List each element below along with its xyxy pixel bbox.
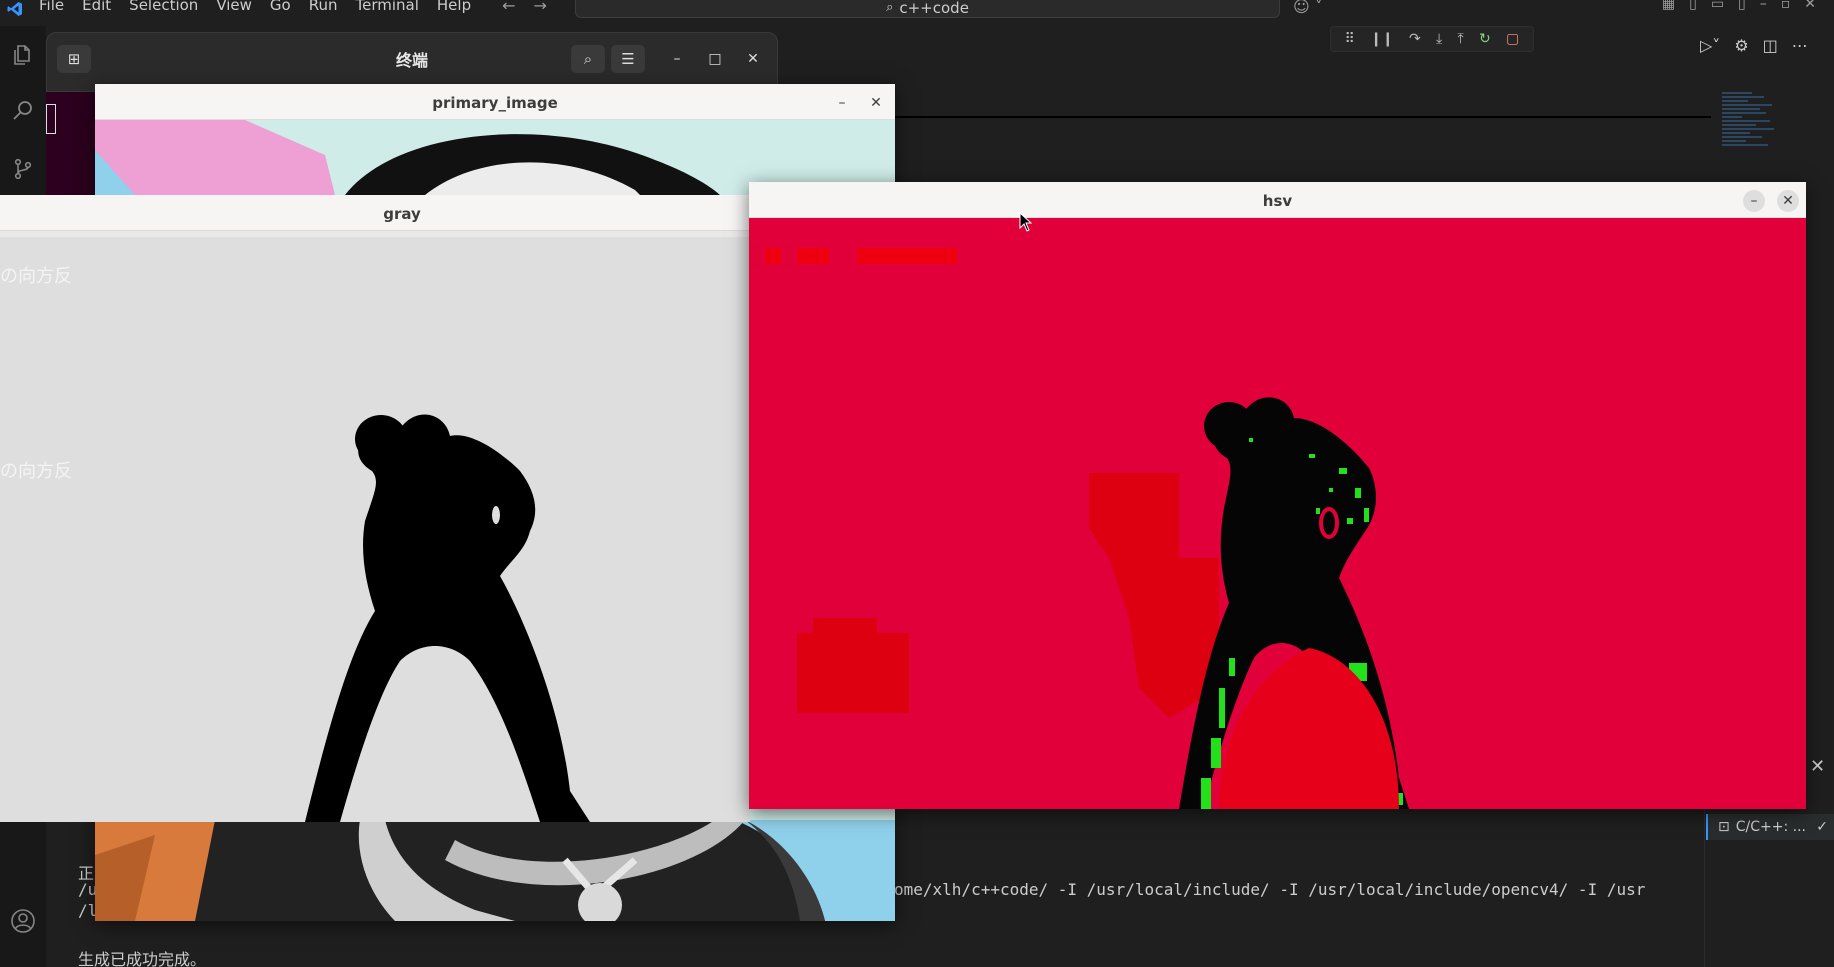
close-icon[interactable]: ✕: [1777, 190, 1799, 212]
window-close-icon[interactable]: ✕: [1804, 0, 1816, 12]
layout-controls: ▦ ▯ ▭ ▯ – ▫ ✕: [1662, 0, 1816, 12]
gray-overlay-label: の向方反: [0, 266, 72, 287]
menu-file[interactable]: File: [30, 0, 73, 13]
close-icon[interactable]: ✕: [865, 92, 887, 114]
menu-view[interactable]: View: [207, 0, 261, 13]
primary-image-titlebar: primary_image – ✕: [95, 84, 895, 120]
search-icon[interactable]: ⌕: [571, 45, 605, 73]
debug-toolbar: ⠿ ❙❙ ↷ ⤓ ⤒ ↻ ▢: [1330, 26, 1534, 52]
menu-go[interactable]: Go: [261, 0, 300, 13]
minimap[interactable]: [1722, 90, 1782, 182]
primary-image-title: primary_image: [432, 94, 558, 112]
minimize-icon[interactable]: –: [665, 47, 689, 71]
menu-help[interactable]: Help: [428, 0, 480, 13]
menu-run[interactable]: Run: [300, 0, 347, 13]
hsv-window[interactable]: hsv – ✕: [749, 182, 1806, 809]
split-editor-icon[interactable]: ◫: [1763, 36, 1778, 55]
step-out-icon[interactable]: ⤒: [1458, 31, 1464, 47]
maximize-icon[interactable]: □: [703, 47, 727, 71]
minimize-icon[interactable]: –: [831, 92, 853, 114]
hsv-image-canvas: [749, 218, 1806, 809]
toggle-secondary-sidebar-icon[interactable]: ▯: [1738, 0, 1746, 12]
terminal-icon: ⊡: [1718, 819, 1730, 835]
menu-edit[interactable]: Edit: [73, 0, 120, 13]
toggle-sidebar-icon[interactable]: ▯: [1689, 0, 1697, 12]
explorer-icon[interactable]: [8, 40, 38, 70]
navigation-arrows: ← →: [502, 0, 547, 15]
vscode-logo-icon: [0, 0, 30, 18]
mouse-cursor-icon: [1019, 211, 1033, 236]
window-restore-icon[interactable]: ▫: [1781, 0, 1791, 12]
gray-overlay-text: の向方反: [0, 461, 72, 482]
close-icon[interactable]: ✕: [741, 47, 765, 71]
text-cursor: [46, 104, 56, 134]
menu-selection[interactable]: Selection: [120, 0, 207, 13]
gray-image-canvas: [0, 231, 750, 822]
toggle-panel-icon[interactable]: ▭: [1711, 0, 1724, 12]
window-minimize-icon[interactable]: –: [1760, 0, 1767, 12]
gray-window[interactable]: gray の向方反: [0, 195, 750, 822]
hsv-title: hsv: [1262, 192, 1293, 210]
step-into-icon[interactable]: ⤓: [1436, 31, 1442, 47]
workspace-name: c++code: [899, 0, 969, 17]
arrow-forward-icon[interactable]: →: [534, 0, 547, 15]
step-over-icon[interactable]: ↷: [1409, 31, 1421, 47]
search-icon[interactable]: [8, 96, 38, 126]
gray-titlebar-bg: gray: [0, 195, 750, 231]
search-icon: ⌕: [886, 0, 894, 15]
copilot-icon[interactable]: ☺ ˅: [1293, 0, 1323, 16]
check-icon: ✓: [1816, 819, 1828, 835]
pause-icon[interactable]: ❙❙: [1370, 31, 1393, 47]
menu-bar: File Edit Selection View Go Run Terminal…: [0, 0, 1834, 18]
terminal-window-titlebar: ⊞ 终端 ⌕ ☰ – □ ✕: [46, 32, 778, 92]
run-icon[interactable]: ▷˅: [1700, 36, 1720, 55]
customize-layout-icon[interactable]: ▦: [1662, 0, 1675, 12]
gray-window-title: gray: [383, 205, 421, 223]
terminal-tab[interactable]: ⊡ C/C++: ... ✓: [1706, 814, 1834, 840]
gear-icon[interactable]: ⚙: [1734, 36, 1748, 55]
command-center-search[interactable]: ⌕ c++code: [575, 0, 1280, 18]
terminal-tab-label: C/C++: ...: [1735, 819, 1806, 835]
source-control-icon[interactable]: [8, 154, 38, 184]
editor-actions: ▷˅ ⚙ ◫ ⋯: [1700, 36, 1808, 55]
more-icon[interactable]: ⋯: [1792, 36, 1808, 55]
hamburger-menu-icon[interactable]: ☰: [611, 45, 645, 73]
close-panel-icon[interactable]: ✕: [1810, 756, 1825, 777]
account-icon[interactable]: [8, 906, 38, 936]
hsv-titlebar: hsv – ✕: [749, 182, 1806, 218]
drag-handle-icon[interactable]: ⠿: [1345, 31, 1355, 47]
terminal-line-2-command: ome/xlh/c++code/ -I /usr/local/include/ …: [894, 880, 1646, 899]
terminal-build-success: 生成已成功完成。: [78, 950, 207, 967]
arrow-back-icon[interactable]: ←: [502, 0, 515, 15]
restart-icon[interactable]: ↻: [1479, 31, 1491, 47]
menu-terminal[interactable]: Terminal: [347, 0, 428, 13]
stop-icon[interactable]: ▢: [1506, 31, 1519, 47]
terminal-window-body: [46, 92, 96, 195]
minimize-icon[interactable]: –: [1743, 190, 1765, 212]
